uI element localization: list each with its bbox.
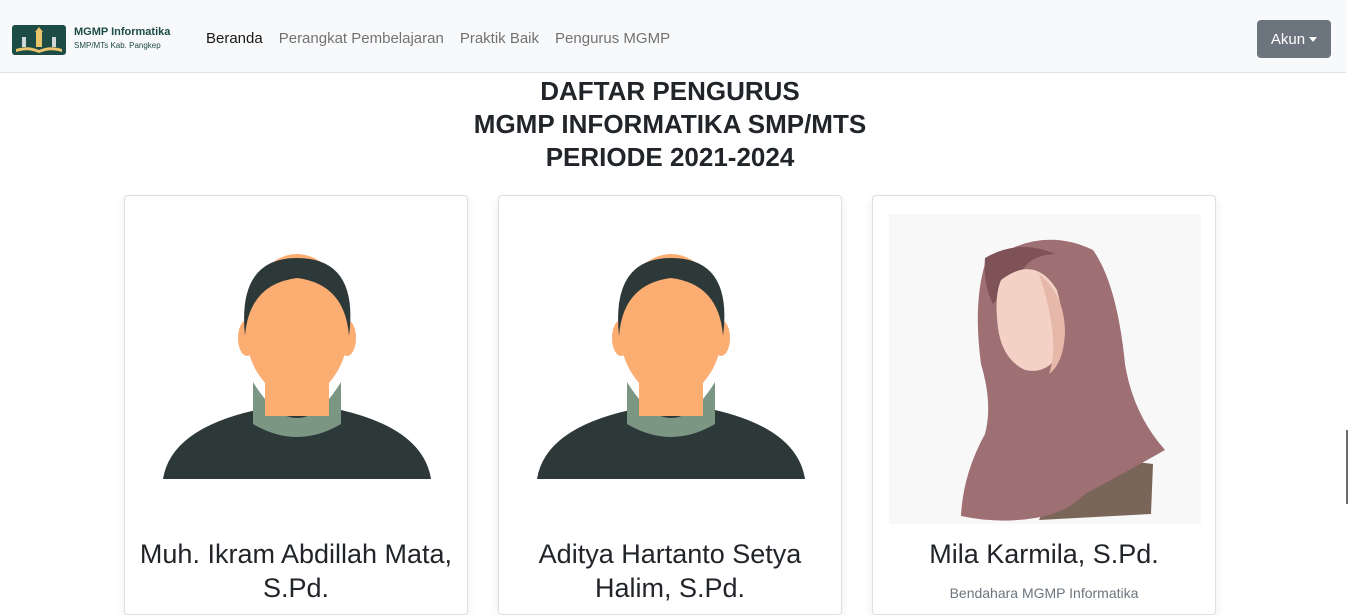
account-dropdown-button[interactable]: Akun bbox=[1257, 20, 1331, 58]
navbar: MGMP Informatika SMP/MTs Kab. Pangkep Be… bbox=[0, 0, 1346, 73]
member-card: Aditya Hartanto Setya Halim, S.Pd. bbox=[498, 195, 842, 615]
brand-title: MGMP Informatika bbox=[74, 26, 171, 38]
book-logo-icon bbox=[12, 25, 66, 55]
heading-line-3: PERIODE 2021-2024 bbox=[545, 142, 795, 172]
member-role: Bendahara MGMP Informatika bbox=[949, 585, 1139, 601]
member-card: Muh. Ikram Abdillah Mata, S.Pd. bbox=[124, 195, 468, 615]
hijab-female-avatar-icon bbox=[889, 214, 1201, 524]
heading-line-2: MGMP INFORMATIKA SMP/MTS bbox=[473, 109, 867, 139]
page-heading: DAFTAR PENGURUS MGMP INFORMATIKA SMP/MTS… bbox=[340, 75, 1000, 174]
member-name: Aditya Hartanto Setya Halim, S.Pd. bbox=[538, 539, 802, 603]
member-name: Muh. Ikram Abdillah Mata, S.Pd. bbox=[139, 539, 453, 603]
member-name: Mila Karmila, S.Pd. bbox=[929, 539, 1159, 569]
nav-link-pengurus-mgmp[interactable]: Pengurus MGMP bbox=[555, 30, 670, 47]
main-nav: Beranda Perangkat Pembelajaran Praktik B… bbox=[206, 30, 670, 47]
heading-line-1: DAFTAR PENGURUS bbox=[540, 76, 800, 106]
male-avatar-icon bbox=[141, 214, 453, 524]
nav-link-beranda[interactable]: Beranda bbox=[206, 30, 263, 47]
account-label: Akun bbox=[1270, 30, 1306, 48]
nav-link-praktik-baik[interactable]: Praktik Baik bbox=[460, 30, 539, 47]
caret-down-icon bbox=[1309, 36, 1318, 42]
brand-subtitle: SMP/MTs Kab. Pangkep bbox=[74, 41, 161, 50]
brand-logo-link[interactable]: MGMP Informatika SMP/MTs Kab. Pangkep bbox=[10, 21, 182, 59]
nav-link-perangkat-pembelajaran[interactable]: Perangkat Pembelajaran bbox=[279, 30, 444, 47]
male-avatar-icon bbox=[515, 214, 827, 524]
member-card: Mila Karmila, S.Pd. Bendahara MGMP Infor… bbox=[872, 195, 1216, 615]
